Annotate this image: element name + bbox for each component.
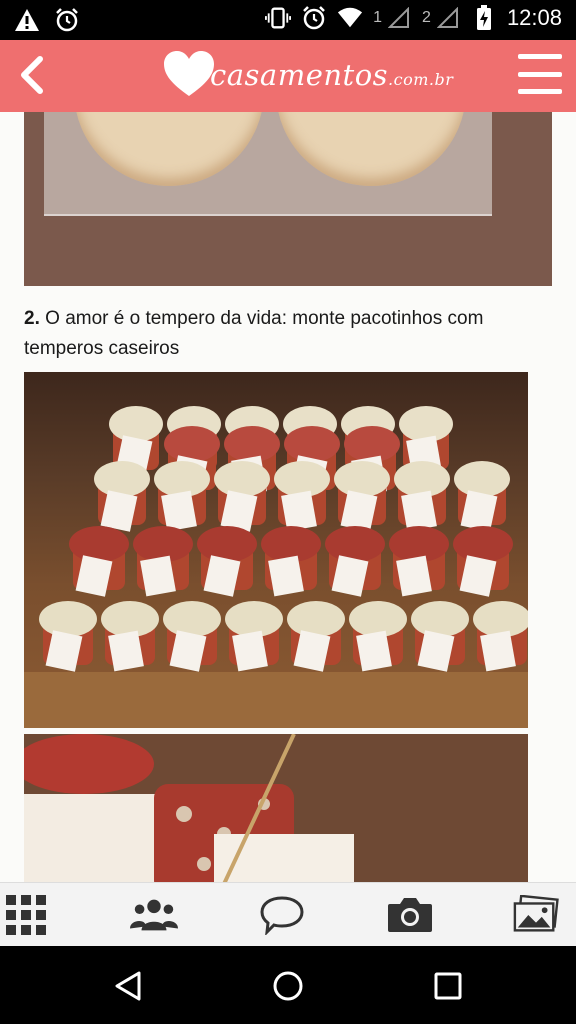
heart-cookie xyxy=(74,112,264,186)
camera-icon xyxy=(388,898,432,932)
grid-icon xyxy=(6,895,46,935)
item-number: 2. xyxy=(24,308,40,329)
vibrate-icon xyxy=(265,4,292,32)
system-nav-bar xyxy=(0,946,576,1024)
nav-back-button[interactable] xyxy=(106,964,150,1008)
spice-jars-photo xyxy=(24,372,528,728)
alarm-icon xyxy=(301,4,327,32)
sim1-label: 1 xyxy=(373,9,383,26)
heart-logo-icon xyxy=(164,51,214,96)
chat-icon xyxy=(260,896,304,935)
signal-icon xyxy=(435,4,461,32)
logo-main-text: casamentos xyxy=(210,58,389,92)
grid-tab[interactable] xyxy=(2,893,50,937)
wifi-icon xyxy=(337,4,363,32)
heart-cookie xyxy=(276,112,466,186)
back-triangle-icon xyxy=(115,971,141,1001)
logo-suffix-text: .com.br xyxy=(388,70,454,89)
app-bar: casamentos.com.br xyxy=(0,40,576,112)
sim2-label: 2 xyxy=(422,9,431,26)
item-caption: 2. O amor é o tempero da vida: monte pac… xyxy=(24,304,552,364)
status-bar: 1 2 12:08 xyxy=(0,0,576,40)
jar-closeup-photo xyxy=(24,734,528,882)
cookies-photo xyxy=(24,112,552,286)
warning-icon xyxy=(14,6,40,34)
hamburger-menu-icon xyxy=(518,54,562,59)
recents-square-icon xyxy=(434,972,462,1000)
cookie-bag xyxy=(44,112,492,216)
jars-illustration xyxy=(24,406,528,728)
people-icon xyxy=(130,899,178,931)
bottom-tab-bar xyxy=(0,882,576,947)
home-circle-icon xyxy=(273,971,303,1001)
back-arrow-icon xyxy=(21,56,43,94)
menu-button[interactable] xyxy=(518,54,562,94)
camera-tab[interactable] xyxy=(386,893,434,937)
chat-tab[interactable] xyxy=(258,893,306,937)
photos-icon xyxy=(513,895,559,932)
community-tab[interactable] xyxy=(130,893,178,937)
item-text: O amor é o tempero da vida: monte pacoti… xyxy=(24,308,484,359)
signal-icon xyxy=(386,4,412,32)
back-button[interactable] xyxy=(12,50,52,100)
nav-recents-button[interactable] xyxy=(426,964,470,1008)
site-logo[interactable]: casamentos.com.br xyxy=(162,48,453,102)
clock-time: 12:08 xyxy=(506,5,562,30)
article-content[interactable]: 2. O amor é o tempero da vida: monte pac… xyxy=(0,112,576,882)
battery-charging-icon xyxy=(471,4,497,32)
nav-home-button[interactable] xyxy=(266,964,310,1008)
photos-tab[interactable] xyxy=(512,893,560,937)
alarm-icon xyxy=(54,6,80,34)
